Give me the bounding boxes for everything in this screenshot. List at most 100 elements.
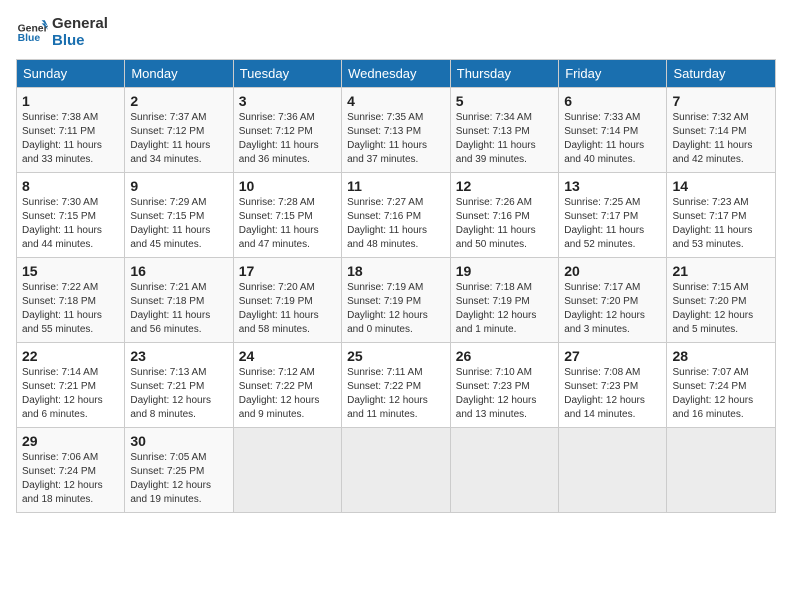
- weekday-header-thursday: Thursday: [450, 60, 558, 88]
- calendar-cell: 23 Sunrise: 7:13 AM Sunset: 7:21 PM Dayli…: [125, 343, 233, 428]
- day-detail: Sunrise: 7:08 AM Sunset: 7:23 PM Dayligh…: [564, 366, 661, 422]
- calendar-cell: 1Sunrise: 7:38 AM Sunset: 7:11 PM Daylig…: [17, 88, 125, 173]
- day-number: 9: [130, 178, 227, 194]
- calendar-cell: 27 Sunrise: 7:08 AM Sunset: 7:23 PM Dayli…: [559, 343, 667, 428]
- page-header: General Blue General Blue: [16, 16, 776, 49]
- calendar-cell: 12 Sunrise: 7:26 AM Sunset: 7:16 PM Dayli…: [450, 173, 558, 258]
- calendar-cell: 28 Sunrise: 7:07 AM Sunset: 7:24 PM Dayli…: [667, 343, 776, 428]
- day-number: 11: [347, 178, 445, 194]
- calendar-cell: 8 Sunrise: 7:30 AM Sunset: 7:15 PM Daylig…: [17, 173, 125, 258]
- day-detail: Sunrise: 7:36 AM Sunset: 7:12 PM Dayligh…: [239, 111, 336, 167]
- day-detail: Sunrise: 7:29 AM Sunset: 7:15 PM Dayligh…: [130, 196, 227, 252]
- day-number: 18: [347, 263, 445, 279]
- calendar-cell: 19 Sunrise: 7:18 AM Sunset: 7:19 PM Dayli…: [450, 258, 558, 343]
- weekday-header-monday: Monday: [125, 60, 233, 88]
- day-number: 1: [22, 93, 119, 109]
- day-number: 8: [22, 178, 119, 194]
- calendar-cell: 26 Sunrise: 7:10 AM Sunset: 7:23 PM Dayli…: [450, 343, 558, 428]
- day-number: 2: [130, 93, 227, 109]
- day-detail: Sunrise: 7:21 AM Sunset: 7:18 PM Dayligh…: [130, 281, 227, 337]
- day-number: 19: [456, 263, 553, 279]
- day-number: 6: [564, 93, 661, 109]
- calendar-cell: 25 Sunrise: 7:11 AM Sunset: 7:22 PM Dayli…: [342, 343, 451, 428]
- day-number: 30: [130, 433, 227, 449]
- day-number: 10: [239, 178, 336, 194]
- day-detail: Sunrise: 7:22 AM Sunset: 7:18 PM Dayligh…: [22, 281, 119, 337]
- day-number: 14: [672, 178, 770, 194]
- calendar-cell: [450, 428, 558, 513]
- day-number: 22: [22, 348, 119, 364]
- svg-text:Blue: Blue: [18, 33, 41, 44]
- day-detail: Sunrise: 7:23 AM Sunset: 7:17 PM Dayligh…: [672, 196, 770, 252]
- day-number: 20: [564, 263, 661, 279]
- calendar-cell: [667, 428, 776, 513]
- day-number: 13: [564, 178, 661, 194]
- calendar-cell: 22 Sunrise: 7:14 AM Sunset: 7:21 PM Dayli…: [17, 343, 125, 428]
- weekday-header-tuesday: Tuesday: [233, 60, 341, 88]
- calendar-cell: 21Sunrise: 7:15 AM Sunset: 7:20 PM Dayli…: [667, 258, 776, 343]
- calendar-cell: 11 Sunrise: 7:27 AM Sunset: 7:16 PM Dayli…: [342, 173, 451, 258]
- calendar-cell: [342, 428, 451, 513]
- day-detail: Sunrise: 7:17 AM Sunset: 7:20 PM Dayligh…: [564, 281, 661, 337]
- calendar-cell: 18 Sunrise: 7:19 AM Sunset: 7:19 PM Dayli…: [342, 258, 451, 343]
- day-detail: Sunrise: 7:20 AM Sunset: 7:19 PM Dayligh…: [239, 281, 336, 337]
- calendar-cell: 30 Sunrise: 7:05 AM Sunset: 7:25 PM Dayli…: [125, 428, 233, 513]
- day-detail: Sunrise: 7:12 AM Sunset: 7:22 PM Dayligh…: [239, 366, 336, 422]
- day-number: 5: [456, 93, 553, 109]
- calendar-cell: 3 Sunrise: 7:36 AM Sunset: 7:12 PM Daylig…: [233, 88, 341, 173]
- weekday-header-friday: Friday: [559, 60, 667, 88]
- logo-blue: Blue: [52, 33, 108, 50]
- day-detail: Sunrise: 7:28 AM Sunset: 7:15 PM Dayligh…: [239, 196, 336, 252]
- calendar-cell: [233, 428, 341, 513]
- calendar-cell: 5 Sunrise: 7:34 AM Sunset: 7:13 PM Daylig…: [450, 88, 558, 173]
- calendar-cell: 4 Sunrise: 7:35 AM Sunset: 7:13 PM Daylig…: [342, 88, 451, 173]
- calendar-cell: 9 Sunrise: 7:29 AM Sunset: 7:15 PM Daylig…: [125, 173, 233, 258]
- calendar-cell: 29 Sunrise: 7:06 AM Sunset: 7:24 PM Dayli…: [17, 428, 125, 513]
- day-detail: Sunrise: 7:30 AM Sunset: 7:15 PM Dayligh…: [22, 196, 119, 252]
- day-detail: Sunrise: 7:19 AM Sunset: 7:19 PM Dayligh…: [347, 281, 445, 337]
- calendar-cell: 6 Sunrise: 7:33 AM Sunset: 7:14 PM Daylig…: [559, 88, 667, 173]
- calendar-cell: 15Sunrise: 7:22 AM Sunset: 7:18 PM Dayli…: [17, 258, 125, 343]
- day-detail: Sunrise: 7:32 AM Sunset: 7:14 PM Dayligh…: [672, 111, 770, 167]
- day-number: 4: [347, 93, 445, 109]
- day-number: 27: [564, 348, 661, 364]
- day-detail: Sunrise: 7:18 AM Sunset: 7:19 PM Dayligh…: [456, 281, 553, 337]
- day-number: 25: [347, 348, 445, 364]
- weekday-header-wednesday: Wednesday: [342, 60, 451, 88]
- weekday-header-saturday: Saturday: [667, 60, 776, 88]
- day-detail: Sunrise: 7:25 AM Sunset: 7:17 PM Dayligh…: [564, 196, 661, 252]
- calendar-cell: 24 Sunrise: 7:12 AM Sunset: 7:22 PM Dayli…: [233, 343, 341, 428]
- day-detail: Sunrise: 7:35 AM Sunset: 7:13 PM Dayligh…: [347, 111, 445, 167]
- day-number: 12: [456, 178, 553, 194]
- day-number: 28: [672, 348, 770, 364]
- day-detail: Sunrise: 7:05 AM Sunset: 7:25 PM Dayligh…: [130, 451, 227, 507]
- day-number: 23: [130, 348, 227, 364]
- day-detail: Sunrise: 7:11 AM Sunset: 7:22 PM Dayligh…: [347, 366, 445, 422]
- calendar-cell: 2 Sunrise: 7:37 AM Sunset: 7:12 PM Daylig…: [125, 88, 233, 173]
- day-detail: Sunrise: 7:15 AM Sunset: 7:20 PM Dayligh…: [672, 281, 770, 337]
- day-number: 3: [239, 93, 336, 109]
- day-detail: Sunrise: 7:14 AM Sunset: 7:21 PM Dayligh…: [22, 366, 119, 422]
- day-detail: Sunrise: 7:06 AM Sunset: 7:24 PM Dayligh…: [22, 451, 119, 507]
- calendar-cell: 10 Sunrise: 7:28 AM Sunset: 7:15 PM Dayli…: [233, 173, 341, 258]
- calendar-cell: [559, 428, 667, 513]
- day-number: 26: [456, 348, 553, 364]
- weekday-header-sunday: Sunday: [17, 60, 125, 88]
- day-detail: Sunrise: 7:10 AM Sunset: 7:23 PM Dayligh…: [456, 366, 553, 422]
- day-detail: Sunrise: 7:13 AM Sunset: 7:21 PM Dayligh…: [130, 366, 227, 422]
- calendar-cell: 20 Sunrise: 7:17 AM Sunset: 7:20 PM Dayli…: [559, 258, 667, 343]
- logo: General Blue General Blue: [16, 16, 108, 49]
- day-detail: Sunrise: 7:07 AM Sunset: 7:24 PM Dayligh…: [672, 366, 770, 422]
- calendar-cell: 7Sunrise: 7:32 AM Sunset: 7:14 PM Daylig…: [667, 88, 776, 173]
- calendar-cell: 14 Sunrise: 7:23 AM Sunset: 7:17 PM Dayli…: [667, 173, 776, 258]
- calendar-table: SundayMondayTuesdayWednesdayThursdayFrid…: [16, 59, 776, 513]
- day-detail: Sunrise: 7:34 AM Sunset: 7:13 PM Dayligh…: [456, 111, 553, 167]
- day-detail: Sunrise: 7:33 AM Sunset: 7:14 PM Dayligh…: [564, 111, 661, 167]
- logo-icon: General Blue: [16, 17, 48, 49]
- day-detail: Sunrise: 7:26 AM Sunset: 7:16 PM Dayligh…: [456, 196, 553, 252]
- day-number: 24: [239, 348, 336, 364]
- day-detail: Sunrise: 7:37 AM Sunset: 7:12 PM Dayligh…: [130, 111, 227, 167]
- day-number: 29: [22, 433, 119, 449]
- calendar-cell: 13 Sunrise: 7:25 AM Sunset: 7:17 PM Dayli…: [559, 173, 667, 258]
- day-detail: Sunrise: 7:27 AM Sunset: 7:16 PM Dayligh…: [347, 196, 445, 252]
